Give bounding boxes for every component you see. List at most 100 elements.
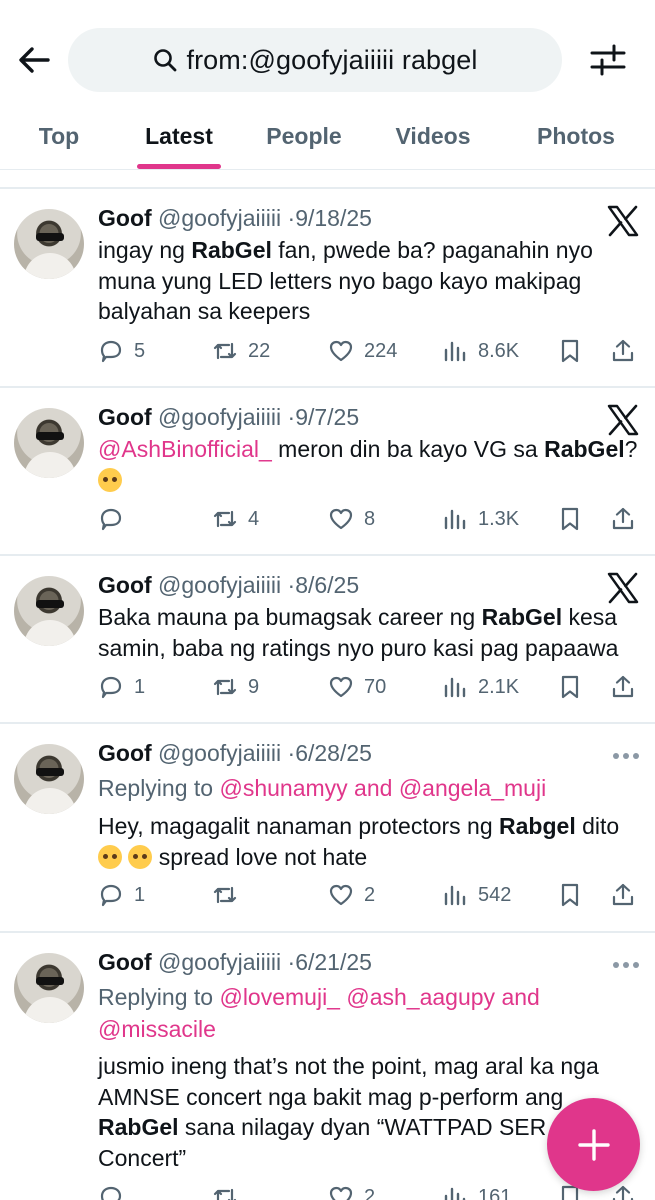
display-name[interactable]: Goof <box>98 404 152 430</box>
repost-button[interactable]: 4 <box>212 503 259 535</box>
mention-link[interactable]: @missacile <box>98 1016 216 1042</box>
mention-link[interactable]: @ash_aagupy <box>346 984 495 1010</box>
display-name[interactable]: Goof <box>98 740 152 766</box>
view-count: 161 <box>478 1185 512 1200</box>
tweet-card[interactable]: Goof @goofyjaiiiii ·9/18/25 ingay ng Rab… <box>0 189 655 388</box>
search-filter-button[interactable] <box>586 38 630 82</box>
like-count: 2 <box>364 883 376 906</box>
repost-button[interactable] <box>212 879 248 911</box>
tweet-card[interactable]: Goof @goofyjaiiiii ·8/6/25 Baka mauna pa… <box>0 556 655 724</box>
like-count: 2 <box>364 1185 376 1200</box>
bookmark-button[interactable] <box>557 503 593 535</box>
replying-to: Replying to @lovemuji_ @ash_aagupy and @… <box>98 984 540 1042</box>
share-button[interactable] <box>610 879 646 911</box>
like-count: 8 <box>364 507 376 530</box>
views-button[interactable]: 2.1K <box>442 671 519 703</box>
like-button[interactable]: 2 <box>328 879 375 911</box>
username[interactable]: @goofyjaiiiii <box>158 404 281 430</box>
x-logo-icon <box>607 572 639 604</box>
username[interactable]: @goofyjaiiiii <box>158 740 281 766</box>
tweet-date[interactable]: 8/6/25 <box>295 572 359 598</box>
repost-icon <box>213 510 237 528</box>
repost-icon <box>213 1188 237 1200</box>
repost-button[interactable]: 22 <box>212 335 270 367</box>
repost-icon <box>213 678 237 696</box>
reply-button[interactable] <box>98 503 134 535</box>
share-button[interactable] <box>610 503 646 535</box>
pleading-face-emoji <box>128 844 153 869</box>
tweet-date[interactable]: 6/28/25 <box>295 740 372 766</box>
tweet-header: Goof @goofyjaiiiii ·6/21/25 <box>98 949 372 976</box>
tweet-actions: 2 161 <box>0 1181 655 1200</box>
reply-icon <box>100 1186 122 1200</box>
more-icon[interactable] <box>612 751 640 761</box>
like-button[interactable]: 224 <box>328 335 397 367</box>
like-button[interactable]: 70 <box>328 671 386 703</box>
reply-button[interactable]: 1 <box>98 879 145 911</box>
tab-latest[interactable]: Latest <box>130 105 228 167</box>
reply-button[interactable]: 1 <box>98 671 145 703</box>
share-button[interactable] <box>610 335 646 367</box>
tweet-date[interactable]: 9/7/25 <box>295 404 359 430</box>
views-button[interactable]: 8.6K <box>442 335 519 367</box>
tweet-card[interactable]: Goof @goofyjaiiiii ·9/7/25 @AshBinoffici… <box>0 388 655 556</box>
views-button[interactable]: 542 <box>442 879 511 911</box>
like-button[interactable]: 8 <box>328 503 375 535</box>
view-count: 1.3K <box>478 507 520 530</box>
display-name[interactable]: Goof <box>98 205 152 231</box>
repost-icon <box>213 886 237 904</box>
username[interactable]: @goofyjaiiiii <box>158 572 281 598</box>
avatar[interactable] <box>14 408 84 478</box>
reply-count: 5 <box>134 339 146 362</box>
views-button[interactable]: 1.3K <box>442 503 519 535</box>
tab-people[interactable]: People <box>250 105 358 167</box>
repost-button[interactable]: 9 <box>212 671 259 703</box>
tweet-text: @AshBinofficial_ meron din ba kayo VG sa… <box>98 434 643 495</box>
tweet-actions: 4 8 1.3K <box>0 503 655 535</box>
more-icon[interactable] <box>612 960 640 970</box>
reply-button[interactable]: 5 <box>98 335 145 367</box>
bookmark-button[interactable] <box>557 879 593 911</box>
bookmark-icon <box>561 507 579 531</box>
repost-button[interactable] <box>212 1181 248 1200</box>
tweet-date[interactable]: 9/18/25 <box>295 205 372 231</box>
display-name[interactable]: Goof <box>98 572 152 598</box>
view-count: 542 <box>478 883 512 906</box>
plus-icon <box>577 1128 610 1161</box>
header-divider <box>0 169 655 170</box>
compose-post-button[interactable] <box>547 1098 640 1191</box>
tweet-header: Goof @goofyjaiiiii ·6/28/25 <box>98 740 372 767</box>
avatar[interactable] <box>14 209 84 279</box>
mention-link[interactable]: @angela_muji <box>399 775 546 801</box>
mention-link[interactable]: @shunamyy <box>219 775 347 801</box>
bookmark-button[interactable] <box>557 671 593 703</box>
bookmark-button[interactable] <box>557 335 593 367</box>
search-input[interactable]: from:@goofyjaiiiii rabgel <box>68 28 562 92</box>
tab-top[interactable]: Top <box>16 105 102 167</box>
tweet-text: ingay ng RabGel fan, pwede ba? paganahin… <box>98 237 593 324</box>
tweet-date[interactable]: 6/21/25 <box>295 949 372 975</box>
avatar[interactable] <box>14 576 84 646</box>
avatar[interactable] <box>14 744 84 814</box>
arrow-left-icon <box>19 47 50 73</box>
x-logo-icon <box>607 404 639 436</box>
reply-icon <box>100 508 122 531</box>
username[interactable]: @goofyjaiiiii <box>158 205 281 231</box>
username[interactable]: @goofyjaiiiii <box>158 949 281 975</box>
reply-button[interactable] <box>98 1181 134 1200</box>
bookmark-icon <box>561 883 579 907</box>
mention-link[interactable]: @AshBinofficial_ <box>98 436 272 462</box>
view-count: 2.1K <box>478 675 520 698</box>
bar-chart-icon <box>444 509 466 530</box>
avatar[interactable] <box>14 953 84 1023</box>
tweet-card[interactable]: Goof @goofyjaiiiii ·6/28/25 Replying to … <box>0 724 655 933</box>
share-icon <box>612 1185 634 1200</box>
tab-photos[interactable]: Photos <box>520 105 632 167</box>
share-button[interactable] <box>610 671 646 703</box>
back-button[interactable] <box>14 40 54 80</box>
mention-link[interactable]: @lovemuji_ <box>219 984 340 1010</box>
views-button[interactable]: 161 <box>442 1181 511 1200</box>
like-button[interactable]: 2 <box>328 1181 375 1200</box>
tab-videos[interactable]: Videos <box>382 105 484 167</box>
display-name[interactable]: Goof <box>98 949 152 975</box>
